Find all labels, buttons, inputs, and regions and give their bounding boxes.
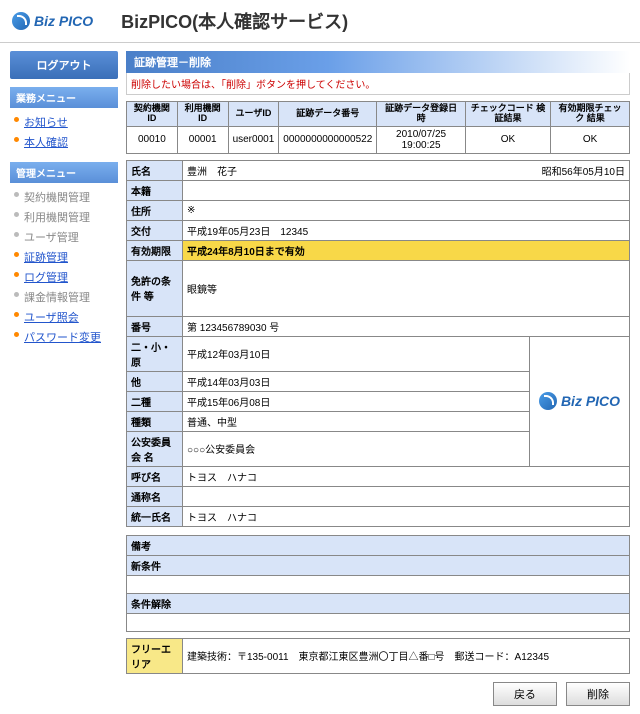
detail-table: 氏名豊洲 花子昭和56年05月10日 本籍 住所※ 交付平成19年05月23日 … [126,160,630,527]
logo-text: Biz PICO [34,13,93,29]
button-row: 戻る 削除 [126,682,630,706]
logo: Biz PICO [12,12,93,30]
logo-icon [12,12,30,30]
logout-button[interactable]: ログアウト [10,51,118,79]
sidebar-item-userquery[interactable]: ユーザ照会 [24,312,79,324]
cell-reg-datetime: 2010/07/25 19:00:25 [377,126,466,153]
back-button[interactable]: 戻る [493,682,557,706]
instruction-text: 削除したい場合は、「削除」ボタンを押してください。 [126,73,630,95]
label-cond: 免許の条件 等 [127,260,183,316]
sidebar-item-contract: 契約機関管理 [24,192,90,204]
sidebar-item-log[interactable]: ログ管理 [24,272,68,284]
value-honseki [183,180,630,200]
label-ta: 他 [127,371,183,391]
label-psc: 公安委員会 名 [127,431,183,466]
value-touitsu: トヨス ハナコ [183,506,630,526]
cell-org-id: 00001 [177,126,228,153]
label-honseki: 本籍 [127,180,183,200]
th-evidence-no: 証跡データ番号 [279,102,377,127]
value-dob: 昭和56年05月10日 [542,163,625,178]
cell-check-result: OK [465,126,550,153]
label-touitsu: 統一氏名 [127,506,183,526]
th-reg-datetime: 証跡データ登録日時 [377,102,466,127]
value-shin [127,575,630,593]
cell-contract-id: 00010 [127,126,178,153]
detail-logo-cell: Biz PICO [530,336,630,466]
memo-table: 備考 新条件 条件解除 [126,535,630,632]
cell-user-id: user0001 [228,126,279,153]
sidebar-item-evidence[interactable]: 証跡管理 [24,252,68,264]
value-nishoge: 平成12年03月10日 [183,336,530,371]
cell-evidence-no: 0000000000000522 [279,126,377,153]
label-tsusho: 通称名 [127,486,183,506]
biz-menu-header: 業務メニュー [10,87,118,108]
logo-icon [539,392,557,410]
biz-menu-list: お知らせ 本人確認 [10,112,118,152]
th-expiry-result: 有効期限チェック 結果 [551,102,630,127]
value-yobi: トヨス ハナコ [183,466,630,486]
value-ta: 平成14年03月03日 [183,371,530,391]
logo-text: Biz PICO [561,393,620,409]
label-addr: 住所 [127,200,183,220]
value-addr: ※ [183,200,630,220]
label-valid: 有効期限 [127,240,183,260]
sidebar-item-news[interactable]: お知らせ [24,117,68,129]
label-num: 番号 [127,316,183,336]
sidebar-item-password[interactable]: パスワード変更 [24,332,101,344]
page-title: BizPICO(本人確認サービス) [121,8,348,34]
value-nishu: 平成15年06月08日 [183,391,530,411]
sidebar-item-org: 利用機関管理 [24,212,90,224]
value-freearea: 建築技術：〒135-0011 東京都江東区豊洲〇丁目△番□号 郵送コード：A12… [183,638,630,673]
th-contract-id: 契約機関 ID [127,102,178,127]
value-tsusho [183,486,630,506]
label-name: 氏名 [127,160,183,180]
label-shin: 新条件 [127,555,630,575]
free-area-table: フリーエリア建築技術：〒135-0011 東京都江東区豊洲〇丁目△番□号 郵送コ… [126,638,630,674]
label-nishoge: 二・小・原 [127,336,183,371]
label-issue: 交付 [127,220,183,240]
value-valid: 平成24年8月10日まで有効 [183,240,630,260]
value-name: 豊洲 花子昭和56年05月10日 [183,160,630,180]
summary-table: 契約機関 ID 利用機関 ID ユーザID 証跡データ番号 証跡データ登録日時 … [126,101,630,154]
value-psc: ○○○公安委員会 [183,431,530,466]
value-shurui: 普通、中型 [183,411,530,431]
sidebar-item-identity[interactable]: 本人確認 [24,137,68,149]
label-shurui: 種類 [127,411,183,431]
label-biko: 備考 [127,535,630,555]
table-row: 00010 00001 user0001 0000000000000522 20… [127,126,630,153]
th-user-id: ユーザID [228,102,279,127]
label-kaijo: 条件解除 [127,593,630,613]
label-yobi: 呼び名 [127,466,183,486]
delete-button[interactable]: 削除 [566,682,630,706]
cell-expiry-result: OK [551,126,630,153]
th-check-result: チェックコード 検証結果 [465,102,550,127]
label-nishu: 二種 [127,391,183,411]
sidebar-item-user: ユーザ管理 [24,232,79,244]
app-header: Biz PICO BizPICO(本人確認サービス) [0,0,640,43]
th-org-id: 利用機関 ID [177,102,228,127]
mgmt-menu-header: 管理メニュー [10,162,118,183]
sidebar: ログアウト 業務メニュー お知らせ 本人確認 管理メニュー 契約機関管理 利用機… [10,51,118,706]
value-num: 第 123456789030 号 [183,316,630,336]
section-title: 証跡管理－削除 [126,51,630,73]
sidebar-item-billing: 課金情報管理 [24,292,90,304]
label-freearea: フリーエリア [127,638,183,673]
value-cond: 眼鏡等 [183,260,630,316]
value-issue: 平成19年05月23日 12345 [183,220,630,240]
value-kaijo [127,613,630,631]
content: 証跡管理－削除 削除したい場合は、「削除」ボタンを押してください。 契約機関 I… [126,51,630,706]
mgmt-menu-list: 契約機関管理 利用機関管理 ユーザ管理 証跡管理 ログ管理 課金情報管理 ユーザ… [10,187,118,347]
